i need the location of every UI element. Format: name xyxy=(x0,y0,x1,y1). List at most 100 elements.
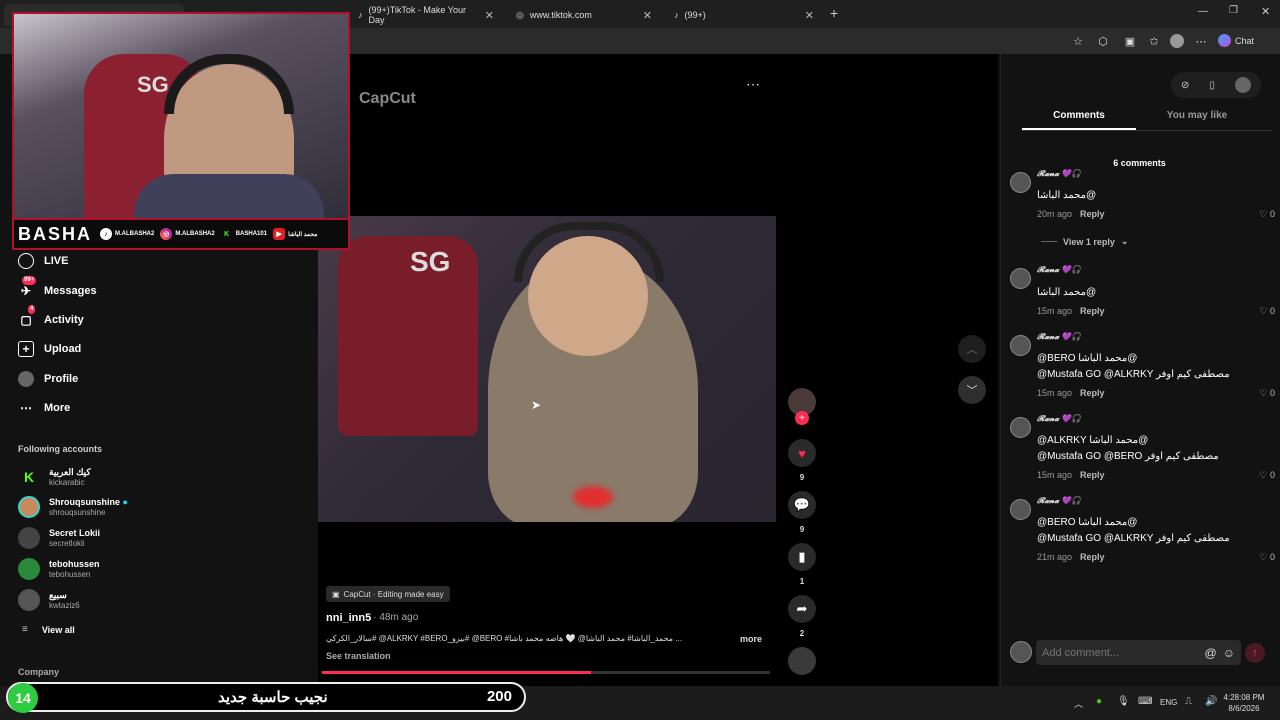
following-account[interactable]: tebohussen tebohussen xyxy=(18,558,100,580)
language-indicator[interactable]: ENG xyxy=(1160,698,1177,707)
reply-button[interactable]: Reply xyxy=(1080,470,1105,480)
close-icon[interactable]: ✕ xyxy=(643,9,652,22)
tab-tiktok-3[interactable]: ♪ (99+) ✕ xyxy=(666,4,822,26)
close-icon[interactable]: ✕ xyxy=(485,9,494,22)
reply-button[interactable]: Reply xyxy=(1080,552,1105,562)
comment-like[interactable]: ♡ 0 xyxy=(1259,306,1275,317)
tab-you-may-like[interactable]: You may like xyxy=(1140,110,1254,121)
comment-like[interactable]: ♡ 0 xyxy=(1259,470,1275,481)
following-account[interactable]: Secret Lokii secretlokii xyxy=(18,527,100,549)
account-name: Shrouqsunshine ● xyxy=(49,497,128,507)
following-account[interactable]: Shrouqsunshine ● shrouqsunshine xyxy=(18,496,128,518)
tray-chevron-icon[interactable]: ︿ xyxy=(1074,697,1083,710)
user-avatar[interactable] xyxy=(1234,77,1251,93)
reply-button[interactable]: Reply xyxy=(1080,388,1105,398)
commenter-avatar[interactable] xyxy=(1010,499,1031,520)
capcut-tag[interactable]: ▣ CapCut · Editing made easy xyxy=(326,586,450,602)
phone-icon[interactable]: ▯ xyxy=(1209,80,1215,91)
menu-dots-icon[interactable]: ⋯ xyxy=(1193,33,1209,49)
microphone-icon[interactable]: 🎙 xyxy=(1117,696,1130,707)
restore-icon[interactable]: ❐ xyxy=(1229,5,1238,16)
video-caption: سالار_الكركي# @ALKRKY #BERO_بيرو# @BERO … xyxy=(326,634,682,643)
bookmark-button[interactable]: ▮ xyxy=(788,543,816,571)
comment-like[interactable]: ♡ 0 xyxy=(1259,552,1275,563)
bookmark-count: 1 xyxy=(799,577,805,586)
like-button[interactable]: ♥ xyxy=(788,439,816,467)
tab-comments[interactable]: Comments xyxy=(1022,110,1136,121)
comment-meta: 15m ago Reply xyxy=(1037,306,1105,316)
tab-tiktok-1[interactable]: ♪ (99+)TikTok - Make Your Day ✕ xyxy=(350,4,502,26)
reply-button[interactable]: Reply xyxy=(1080,306,1105,316)
share-button[interactable]: ➦ xyxy=(788,595,816,623)
network-icon[interactable]: ⎍ xyxy=(1185,696,1192,707)
close-window-icon[interactable]: ✕ xyxy=(1261,5,1270,18)
video-player[interactable]: SG ➤ xyxy=(318,216,776,522)
profile-avatar[interactable] xyxy=(1170,34,1184,48)
capcut-watermark: CapCut xyxy=(359,90,416,107)
commenter-avatar[interactable] xyxy=(1010,172,1031,193)
tab-tiktok-2[interactable]: ◎ www.tiktok.com ✕ xyxy=(508,4,660,26)
view-all-label: View all xyxy=(41,624,75,635)
company-link[interactable]: Company xyxy=(18,667,59,677)
commenter-name[interactable]: 𝓡𝓪𝓷𝓪 💜🎧 xyxy=(1037,332,1081,342)
sidebar-item-more[interactable]: ⋯ More xyxy=(18,400,70,416)
tray-app-icon[interactable]: ● xyxy=(1096,696,1102,707)
tab-label: (99+)TikTok - Make Your Day xyxy=(368,5,466,25)
post-comment-button[interactable]: ↑ xyxy=(1245,643,1265,663)
minimize-icon[interactable]: — xyxy=(1198,6,1208,17)
prev-video-button[interactable]: ︿ xyxy=(958,335,986,363)
progress-bar[interactable] xyxy=(322,671,770,674)
sidebar-item-activity[interactable]: ▢ 4 Activity xyxy=(18,305,84,328)
commenter-name[interactable]: 𝓡𝓪𝓷𝓪 💜🎧 xyxy=(1037,496,1081,506)
view-all-link[interactable]: ≡ View all xyxy=(18,624,75,635)
comment-meta: 20m ago Reply xyxy=(1037,209,1105,219)
video-options-icon[interactable]: ⋯ xyxy=(746,76,760,93)
comment-like[interactable]: ♡ 0 xyxy=(1259,209,1275,220)
comment-meta: 21m ago Reply xyxy=(1037,552,1105,562)
compass-icon[interactable]: ⊘ xyxy=(1181,80,1189,91)
following-account[interactable]: سبيع kwtaziz6 xyxy=(18,589,80,611)
follow-plus-icon[interactable]: + xyxy=(795,411,809,425)
music-disc[interactable] xyxy=(788,647,816,675)
comment-like[interactable]: ♡ 0 xyxy=(1259,388,1275,399)
more-icon: ⋯ xyxy=(20,401,32,415)
volume-icon[interactable]: 🔊 xyxy=(1205,696,1217,707)
clock[interactable]: 4:28:08 PM 8/6/2026 xyxy=(1222,692,1266,714)
extensions-icon[interactable]: ⬡ xyxy=(1095,33,1111,49)
new-tab-icon[interactable]: + xyxy=(830,5,838,21)
star-icon[interactable]: ☆ xyxy=(1070,33,1086,49)
caption-more-button[interactable]: more xyxy=(740,634,762,644)
close-icon[interactable]: ✕ xyxy=(805,9,814,22)
commenter-avatar[interactable] xyxy=(1010,335,1031,356)
sidebar-item-profile[interactable]: Profile xyxy=(18,371,78,387)
goal-count: 200 xyxy=(486,688,512,705)
sidebar-item-messages[interactable]: ✈ 99+ Messages xyxy=(18,276,97,299)
commenter-avatar[interactable] xyxy=(1010,417,1031,438)
see-translation-link[interactable]: See translation xyxy=(326,651,391,661)
split-screen-icon[interactable]: ▣ xyxy=(1122,33,1138,49)
activity-icon: ▢ 4 xyxy=(20,305,36,327)
view-replies-button[interactable]: View 1 reply ⌄ xyxy=(1041,236,1128,247)
commenter-name[interactable]: 𝓡𝓪𝓷𝓪 💜🎧 xyxy=(1037,265,1081,275)
favorites-icon[interactable]: ✩ xyxy=(1146,33,1162,49)
video-author[interactable]: nni_inn5 xyxy=(326,612,371,624)
add-comment-input[interactable] xyxy=(1042,646,1199,659)
emoji-icon[interactable]: ☺ xyxy=(1223,646,1235,660)
copilot-chat-button[interactable]: Chat xyxy=(1218,34,1254,47)
reply-button[interactable]: Reply xyxy=(1080,209,1105,219)
comment-button[interactable]: 💬 xyxy=(788,491,816,519)
commenter-avatar[interactable] xyxy=(1010,268,1031,289)
goal-text: نجيب حاسبة جديد xyxy=(218,689,328,706)
comment-text: @Mustafa GO @ALKRKY مصطفى كيم اوفر xyxy=(1037,369,1230,380)
following-account[interactable]: K كيك العربية kickarabic xyxy=(18,466,91,488)
sidebar-item-live[interactable]: LIVE xyxy=(18,253,68,269)
heart-icon: ♥ xyxy=(798,445,806,461)
keyboard-icon[interactable]: ⌨ xyxy=(1138,696,1152,707)
comment-text: @Mustafa GO @BERO مصطفى كيم اوفر xyxy=(1037,451,1219,462)
next-video-button[interactable]: ﹀ xyxy=(958,376,986,404)
commenter-name[interactable]: 𝓡𝓪𝓷𝓪 💜🎧 xyxy=(1037,414,1081,424)
commenter-name[interactable]: 𝓡𝓪𝓷𝓪 💜🎧 xyxy=(1037,169,1081,179)
sidebar-item-upload[interactable]: + Upload xyxy=(18,341,81,357)
mention-icon[interactable]: @ xyxy=(1205,646,1217,660)
account-avatar: K xyxy=(18,466,40,488)
